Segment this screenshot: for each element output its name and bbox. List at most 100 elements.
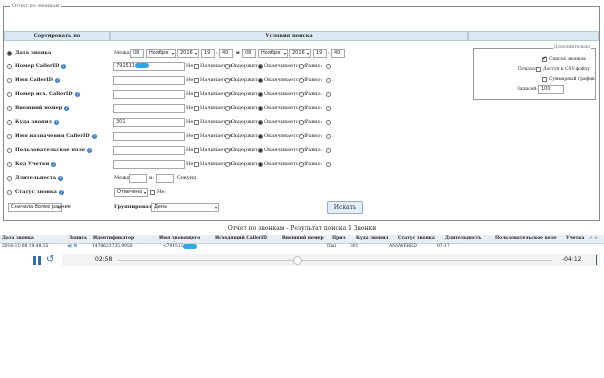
date-to-min[interactable]: 40 — [331, 49, 345, 58]
sort-radio-1[interactable] — [7, 64, 12, 69]
opt-begins-radio[interactable] — [225, 134, 230, 139]
col-caller[interactable]: Имя звонящего — [159, 235, 200, 243]
opt-not-checkbox[interactable] — [194, 162, 199, 167]
help-icon[interactable]: ? — [54, 120, 59, 125]
opt-ends-radio[interactable] — [299, 92, 304, 97]
opt-begins-radio[interactable] — [225, 78, 230, 83]
pause-icon[interactable] — [33, 256, 41, 265]
col-dst[interactable]: Куда звонил — [356, 235, 388, 243]
sort-radio-8[interactable] — [7, 162, 12, 167]
sort-radio-7[interactable] — [7, 148, 12, 153]
status-not-checkbox[interactable] — [150, 190, 155, 195]
date-from-day[interactable]: 08 — [130, 49, 144, 58]
summary-chart-checkbox[interactable] — [542, 77, 547, 82]
condition-input-1[interactable] — [113, 76, 185, 85]
condition-input-4[interactable]: 301 — [113, 118, 185, 127]
opt-begins-radio[interactable] — [225, 120, 230, 125]
help-icon[interactable]: ? — [51, 162, 56, 167]
speaker-icon[interactable]: ◀) ✖ — [67, 243, 77, 251]
group-by-select[interactable]: День ▾ — [151, 203, 219, 212]
opt-contains-radio[interactable] — [258, 134, 263, 139]
date-from-month[interactable]: Ноября ▾ — [146, 49, 176, 58]
opt-equals-radio[interactable] — [326, 162, 331, 167]
opt-contains-radio[interactable] — [258, 162, 263, 167]
col-record[interactable]: Запись — [69, 235, 87, 243]
opt-begins-radio[interactable] — [225, 64, 230, 69]
opt-not-checkbox[interactable] — [194, 92, 199, 97]
col-userfield[interactable]: Пользовательское поле — [495, 235, 557, 243]
sort-radio-5[interactable] — [7, 120, 12, 125]
condition-input-5[interactable] — [113, 132, 185, 141]
opt-begins-radio[interactable] — [225, 162, 230, 167]
opt-ends-radio[interactable] — [299, 106, 304, 111]
opt-equals-radio[interactable] — [326, 120, 331, 125]
opt-contains-radio[interactable] — [258, 120, 263, 125]
col-account[interactable]: Учетка — [566, 235, 584, 243]
records-input[interactable]: 100 — [538, 85, 564, 94]
help-icon[interactable]: ? — [61, 64, 66, 69]
expand-icon[interactable]: ⤢ ↻ — [589, 235, 598, 243]
sort-radio-10[interactable] — [7, 190, 12, 195]
date-to-hour[interactable]: 19 — [313, 49, 327, 58]
sort-radio-4[interactable] — [7, 106, 12, 111]
opt-equals-radio[interactable] — [326, 78, 331, 83]
help-icon[interactable]: ? — [59, 190, 64, 195]
duration-max-input[interactable] — [156, 174, 174, 183]
order-select[interactable]: Сначала более ранние ▾ — [8, 203, 71, 212]
opt-begins-radio[interactable] — [225, 92, 230, 97]
opt-not-checkbox[interactable] — [194, 134, 199, 139]
date-from-hour[interactable]: 19 — [201, 49, 215, 58]
help-icon[interactable]: ? — [58, 176, 63, 181]
date-to-day[interactable]: 08 — [242, 49, 256, 58]
opt-not-checkbox[interactable] — [194, 64, 199, 69]
opt-ends-radio[interactable] — [299, 78, 304, 83]
replay-icon[interactable]: ↺ — [46, 254, 54, 265]
date-from-year[interactable]: 2016 ▾ — [177, 49, 199, 58]
opt-not-checkbox[interactable] — [194, 106, 199, 111]
col-app[interactable]: Прил — [332, 235, 346, 243]
help-icon[interactable]: ? — [92, 134, 97, 139]
condition-input-3[interactable] — [113, 104, 185, 113]
opt-not-checkbox[interactable] — [194, 120, 199, 125]
help-icon[interactable]: ? — [75, 92, 80, 97]
help-icon[interactable]: ? — [87, 148, 92, 153]
sort-radio-9[interactable] — [7, 176, 12, 181]
opt-begins-radio[interactable] — [225, 106, 230, 111]
opt-contains-radio[interactable] — [258, 78, 263, 83]
condition-input-0[interactable]: 791511 — [113, 62, 185, 71]
col-external[interactable]: Внешний номер — [282, 235, 324, 243]
opt-begins-radio[interactable] — [225, 148, 230, 153]
sort-radio-0[interactable] — [7, 51, 12, 56]
duration-min-input[interactable] — [129, 174, 147, 183]
opt-equals-radio[interactable] — [326, 106, 331, 111]
col-id[interactable]: Идентификатор — [93, 235, 134, 243]
col-status[interactable]: Статус звонка — [398, 235, 435, 243]
sort-radio-3[interactable] — [7, 92, 12, 97]
col-duration[interactable]: Длительность — [445, 235, 481, 243]
csv-export-checkbox[interactable] — [536, 67, 541, 72]
progress-thumb[interactable] — [293, 256, 302, 265]
condition-input-6[interactable] — [113, 146, 185, 155]
col-out-callerid[interactable]: Исходящий CallerID — [215, 235, 267, 243]
help-icon[interactable]: ? — [64, 106, 69, 111]
opt-ends-radio[interactable] — [299, 134, 304, 139]
opt-equals-radio[interactable] — [326, 92, 331, 97]
opt-equals-radio[interactable] — [326, 134, 331, 139]
progress-track[interactable] — [118, 260, 552, 261]
search-button[interactable]: Искать — [327, 201, 363, 214]
opt-contains-radio[interactable] — [258, 92, 263, 97]
date-from-min[interactable]: 40 — [219, 49, 233, 58]
help-icon[interactable]: ? — [55, 78, 60, 83]
opt-not-checkbox[interactable] — [194, 78, 199, 83]
col-date[interactable]: Дата звонка — [2, 235, 34, 243]
sort-radio-6[interactable] — [7, 134, 12, 139]
date-to-year[interactable]: 2016 ▾ — [289, 49, 311, 58]
opt-not-checkbox[interactable] — [194, 148, 199, 153]
opt-ends-radio[interactable] — [299, 148, 304, 153]
sort-radio-2[interactable] — [7, 78, 12, 83]
opt-equals-radio[interactable] — [326, 64, 331, 69]
opt-ends-radio[interactable] — [299, 120, 304, 125]
condition-input-7[interactable] — [113, 160, 185, 169]
opt-ends-radio[interactable] — [299, 64, 304, 69]
opt-equals-radio[interactable] — [326, 148, 331, 153]
